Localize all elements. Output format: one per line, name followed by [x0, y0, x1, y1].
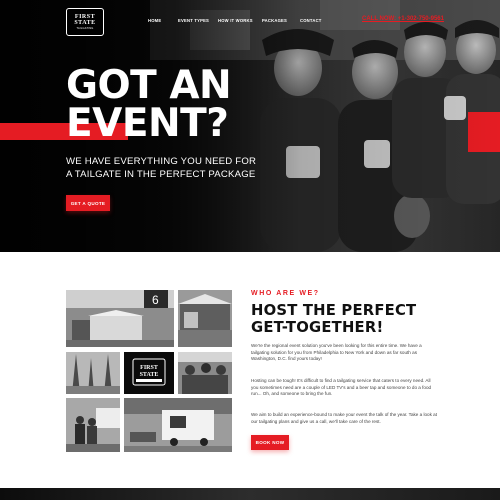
- gallery-logo-tile: FIRST STATE: [124, 352, 174, 394]
- about-paragraph: We're the regional event solution you've…: [251, 343, 422, 362]
- hero-section: FIRST STATE TAILGATING HOME EVENT TYPES …: [0, 0, 500, 252]
- nav-how-it-works[interactable]: HOW IT WORKS: [218, 18, 253, 23]
- gallery-photo-people: [66, 398, 120, 452]
- svg-text:FIRST: FIRST: [140, 365, 158, 371]
- gallery-photo-trailer: [124, 398, 232, 452]
- hero-subtitle-line-1: WE HAVE EVERYTHING YOU NEED FOR: [66, 156, 257, 167]
- about-title-line-1: HOST THE PERFECT: [251, 302, 417, 319]
- svg-text:STATE: STATE: [140, 372, 159, 378]
- about-paragraph: We aim to build an experience-bound to m…: [251, 412, 437, 424]
- site-logo[interactable]: FIRST STATE TAILGATING: [66, 8, 104, 36]
- gallery-photo-crowd: [178, 352, 232, 394]
- call-now-link[interactable]: CALL NOW: +1-302-750-9561: [362, 16, 444, 22]
- gallery-photo-tent: 6: [66, 290, 174, 347]
- photo-gallery: 6 FIRST STATE: [66, 290, 232, 452]
- logo-line-2: STATE: [74, 19, 96, 26]
- hero-title-line-1: GOT AN: [66, 63, 232, 108]
- gallery-photo-canopy: [178, 290, 232, 347]
- about-title-line-2: GET-TOGETHER!: [251, 319, 384, 336]
- hero-subtitle: WE HAVE EVERYTHING YOU NEED FOR A TAILGA…: [66, 155, 256, 181]
- nav-home[interactable]: HOME: [148, 18, 161, 23]
- section-eyebrow: WHO ARE WE?: [251, 290, 320, 297]
- hero-title-line-2: EVENT?: [66, 101, 229, 146]
- about-paragraph: Hosting can be tough! It's difficult to …: [251, 378, 432, 397]
- hero-subtitle-line-2: A TAILGATE IN THE PERFECT PACKAGE: [66, 169, 256, 180]
- nav-event-types[interactable]: EVENT TYPES: [178, 18, 209, 23]
- nav-packages[interactable]: PACKAGES: [262, 18, 287, 23]
- gallery-photo-trees: [66, 352, 120, 394]
- svg-text:6: 6: [152, 293, 159, 307]
- book-now-button[interactable]: BOOK NOW: [251, 435, 289, 450]
- next-section-peek: [0, 488, 500, 500]
- nav-contact[interactable]: CONTACT: [300, 18, 322, 23]
- logo-tagline: TAILGATING: [76, 26, 94, 30]
- get-a-quote-button[interactable]: GET A QUOTE: [66, 195, 110, 211]
